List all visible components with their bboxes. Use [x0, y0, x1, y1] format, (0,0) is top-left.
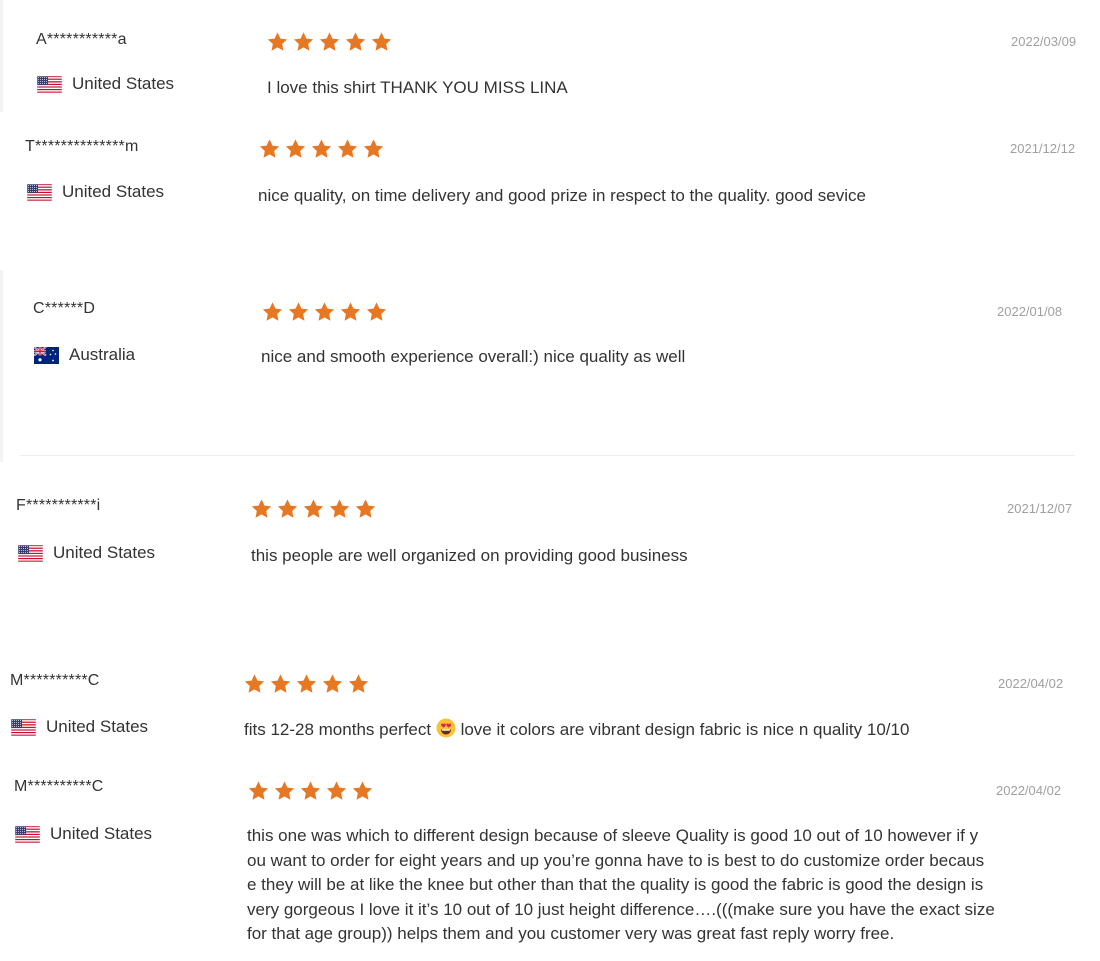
reviewer-name: A***********a: [36, 31, 127, 48]
reviewer-country: United States: [15, 824, 152, 844]
us-flag-icon: [27, 183, 52, 201]
star-rating: [266, 31, 393, 53]
heart-eyes-emoji-icon: [436, 718, 456, 738]
reviewer-name: M**********C: [10, 672, 100, 689]
star-icon: [363, 139, 384, 158]
star-icon: [270, 674, 291, 693]
star-icon: [288, 302, 309, 321]
star-icon: [303, 499, 324, 518]
reviewer-country: United States: [27, 182, 164, 202]
star-rating: [243, 673, 370, 695]
star-rating: [258, 138, 385, 160]
us-flag-icon: [18, 544, 43, 562]
star-icon: [348, 674, 369, 693]
reviewer-country: United States: [11, 717, 148, 737]
star-icon: [277, 499, 298, 518]
review-date: 2022/03/09: [1011, 34, 1077, 49]
star-rating: [250, 498, 377, 520]
reviewer-name: C******D: [33, 300, 96, 317]
star-icon: [285, 139, 306, 158]
us-flag-icon: [11, 718, 36, 736]
star-icon: [322, 674, 343, 693]
star-icon: [352, 781, 373, 800]
star-icon: [274, 781, 295, 800]
review-date: 2022/01/08: [997, 304, 1063, 319]
review-date: 2021/12/12: [1010, 141, 1076, 156]
star-icon: [340, 302, 361, 321]
review-text-part: fits 12-28 months perfect: [244, 720, 432, 739]
review-date: 2022/04/02: [996, 783, 1062, 798]
us-flag-icon: [15, 825, 40, 843]
star-icon: [293, 32, 314, 51]
star-icon: [244, 674, 265, 693]
reviewer-name: M**********C: [14, 778, 104, 795]
star-icon: [296, 674, 317, 693]
star-icon: [345, 32, 366, 51]
us-flag-icon: [37, 75, 62, 93]
reviewer-name: T**************m: [25, 138, 139, 155]
edge-strip: [0, 270, 3, 462]
review-text: I love this shirt THANK YOU MISS LINA: [267, 78, 568, 97]
star-icon: [311, 139, 332, 158]
star-icon: [371, 32, 392, 51]
review-text: fits 12-28 months perfect love it colors…: [244, 718, 909, 743]
au-flag-icon: [34, 346, 59, 364]
review-date: 2021/12/07: [1007, 501, 1073, 516]
star-rating: [247, 780, 374, 802]
country-label: United States: [62, 182, 165, 201]
country-label: United States: [53, 543, 156, 562]
reviewer-country: United States: [18, 543, 155, 563]
star-icon: [329, 499, 350, 518]
review-date: 2022/04/02: [998, 676, 1064, 691]
reviewer-name: F***********i: [16, 497, 101, 514]
review-text: this people are well organized on provid…: [251, 546, 688, 565]
review-text: this one was which to different design b…: [247, 826, 995, 943]
country-label: United States: [72, 74, 175, 93]
star-icon: [314, 302, 335, 321]
review-text-part: love it colors are vibrant design fabric…: [460, 720, 910, 739]
star-icon: [248, 781, 269, 800]
divider: [20, 455, 1075, 456]
review-text: nice quality, on time delivery and good …: [258, 186, 866, 205]
reviewer-country: United States: [37, 74, 174, 94]
country-label: Australia: [69, 345, 136, 364]
country-label: United States: [46, 717, 149, 736]
star-icon: [251, 499, 272, 518]
star-icon: [259, 139, 280, 158]
star-icon: [300, 781, 321, 800]
reviewer-country: Australia: [34, 345, 135, 365]
star-icon: [337, 139, 358, 158]
star-icon: [355, 499, 376, 518]
star-icon: [262, 302, 283, 321]
star-rating: [261, 301, 388, 323]
review-text: nice and smooth experience overall:) nic…: [261, 347, 686, 366]
star-icon: [326, 781, 347, 800]
star-icon: [366, 302, 387, 321]
edge-strip: [0, 0, 3, 112]
star-icon: [319, 32, 340, 51]
country-label: United States: [50, 824, 153, 843]
star-icon: [267, 32, 288, 51]
